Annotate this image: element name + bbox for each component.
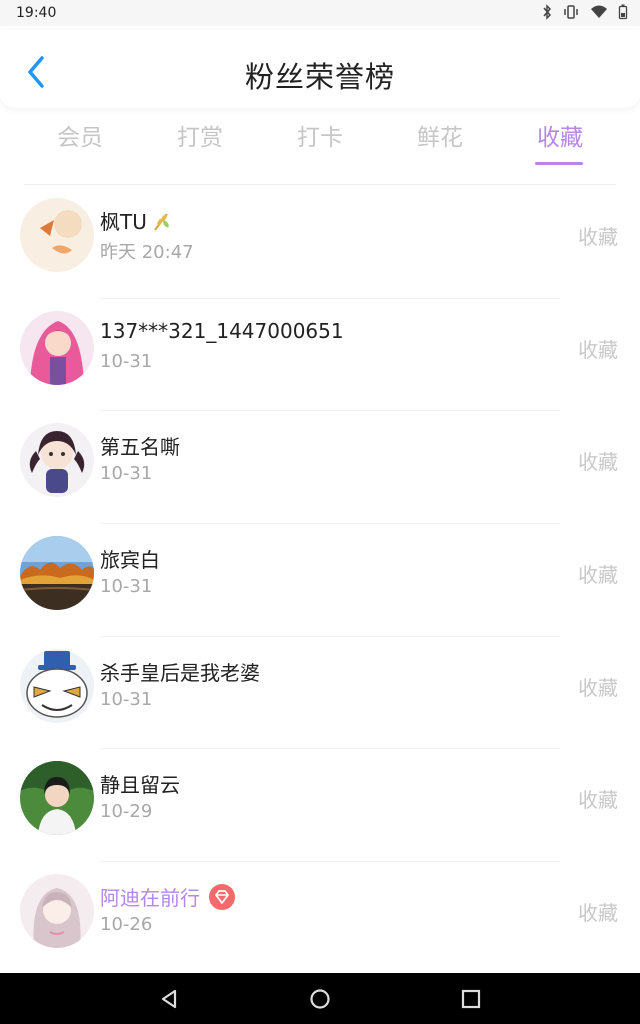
tab-members[interactable]: 会员 [20, 118, 140, 152]
header: 粉丝荣誉榜 [0, 30, 640, 108]
favorite-label: 收藏 [578, 563, 618, 588]
status-icons [542, 4, 628, 20]
nav-recents-button[interactable] [459, 987, 483, 1011]
user-name-text: 枫TU [100, 210, 147, 234]
user-name: 阿迪在前行 [100, 882, 236, 911]
battery-icon [618, 4, 628, 20]
user-name: 枫TU [100, 206, 173, 235]
user-name: 静且留云 [100, 773, 180, 798]
avatar[interactable] [20, 536, 94, 611]
divider [24, 184, 616, 185]
user-name: 第五名嘶 [100, 435, 180, 460]
tab-favorites[interactable]: 收藏 [500, 118, 620, 152]
avatar[interactable] [20, 874, 94, 949]
list-item[interactable]: 第五名嘶 10-31 收藏 [0, 411, 640, 525]
user-name-text: 阿迪在前行 [100, 886, 200, 911]
list-item[interactable]: 杀手皇后是我老婆 10-31 收藏 [0, 637, 640, 750]
vibrate-icon [564, 5, 578, 19]
square-recents-icon [461, 989, 481, 1009]
bluetooth-icon [543, 4, 552, 20]
favorite-label: 收藏 [578, 675, 618, 700]
timestamp: 10-31 [100, 688, 153, 710]
avatar[interactable] [20, 310, 94, 385]
fan-list: 枫TU 昨天 20:47 收藏 137***321_1447000651 10-… [0, 186, 640, 975]
favorite-label: 收藏 [578, 788, 618, 813]
favorite-label: 收藏 [578, 450, 618, 475]
list-item[interactable]: 枫TU 昨天 20:47 收藏 [0, 186, 640, 299]
tab-checkin[interactable]: 打卡 [260, 118, 380, 152]
user-name: 杀手皇后是我老婆 [100, 660, 260, 685]
list-item[interactable]: 137***321_1447000651 10-31 收藏 [0, 299, 640, 412]
triangle-back-icon [161, 989, 177, 1009]
timestamp: 10-26 [100, 914, 153, 936]
favorite-label: 收藏 [578, 225, 618, 249]
list-item[interactable]: 阿迪在前行 10-26 收藏 [0, 862, 640, 975]
timestamp: 10-31 [100, 350, 153, 372]
status-bar: 19:40 [0, 0, 640, 26]
wifi-icon [591, 5, 607, 18]
user-name: 137***321_1447000651 [100, 318, 344, 343]
nav-back-button[interactable] [157, 987, 181, 1011]
page-title: 粉丝荣誉榜 [244, 60, 395, 94]
circle-home-icon [310, 989, 330, 1009]
timestamp: 10-29 [100, 801, 153, 823]
tab-bar: 会员 打赏 打卡 鲜花 收藏 [20, 118, 620, 178]
tab-active-indicator [535, 162, 583, 165]
nav-home-button[interactable] [308, 987, 332, 1011]
timestamp: 10-31 [100, 576, 153, 598]
wheat-icon [154, 212, 169, 231]
status-time: 19:40 [16, 5, 57, 21]
user-name: 旅宾白 [100, 548, 160, 573]
list-item[interactable]: 旅宾白 10-31 收藏 [0, 524, 640, 637]
timestamp: 10-31 [100, 463, 153, 485]
avatar[interactable] [20, 761, 94, 836]
favorite-label: 收藏 [578, 337, 618, 362]
tab-flowers[interactable]: 鲜花 [380, 118, 500, 152]
avatar[interactable] [20, 198, 94, 272]
list-item[interactable]: 静且留云 10-29 收藏 [0, 749, 640, 863]
system-navigation-bar [0, 973, 640, 1024]
avatar[interactable] [20, 423, 94, 498]
favorite-label: 收藏 [578, 901, 618, 926]
avatar[interactable] [20, 648, 94, 723]
diamond-badge-icon [209, 883, 235, 910]
tab-rewards[interactable]: 打赏 [140, 118, 260, 152]
timestamp: 昨天 20:47 [100, 242, 194, 263]
